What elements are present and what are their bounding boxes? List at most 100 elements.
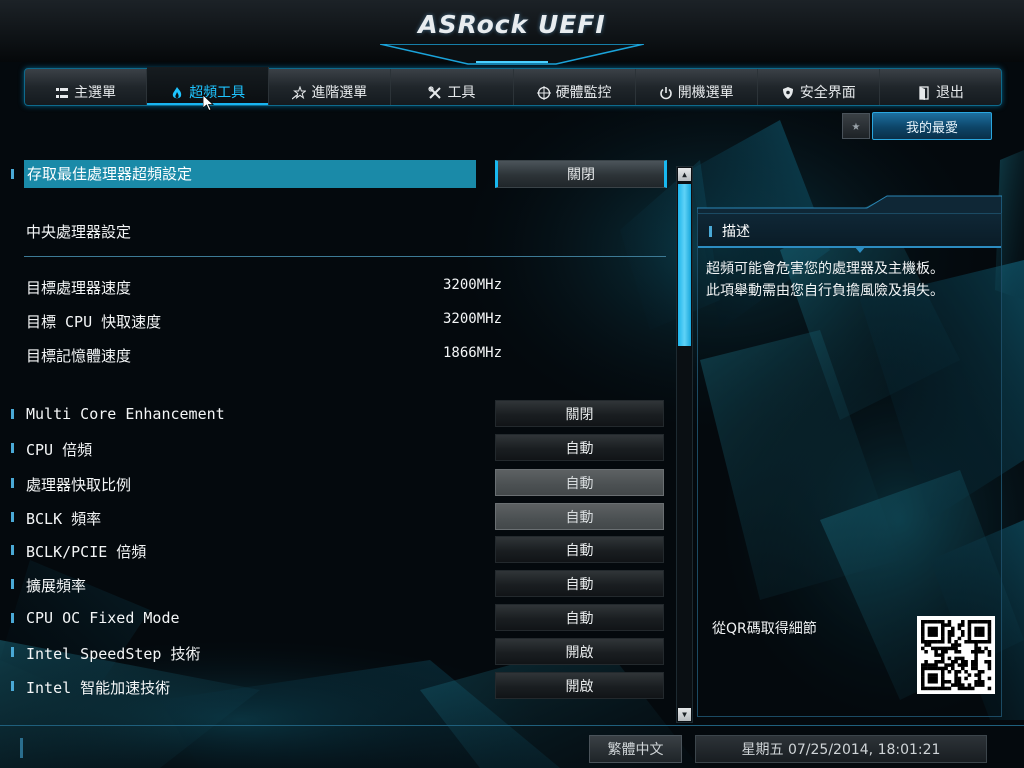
setting-value-button[interactable]: 關閉 <box>495 160 667 188</box>
info-label: 目標處理器速度 <box>26 279 132 297</box>
tab-hw-monitor-label: 硬體監控 <box>555 85 612 101</box>
setting-label: 處理器快取比例 <box>26 476 132 494</box>
info-value: 1866MHz <box>443 345 503 361</box>
info-label: 目標 CPU 快取速度 <box>26 313 162 331</box>
setting-row-cpu-ratio[interactable]: CPU 倍頻 自動 <box>0 434 670 462</box>
tab-advanced-label: 進階選單 <box>311 85 368 101</box>
row-marker <box>11 409 14 419</box>
my-favorite-label: 我的最愛 <box>905 120 958 136</box>
description-text: 超頻可能會危害您的處理器及主機板。 此項舉動需由您自行負擔風險及損失。 <box>706 258 996 302</box>
datetime-text: 星期五 07/25/2014, 18:01:21 <box>741 742 941 758</box>
setting-label: BCLK/PCIE 倍頻 <box>26 543 147 561</box>
info-row-target-memory-speed: 目標記憶體速度 1866MHz <box>0 340 670 368</box>
setting-label: Multi Core Enhancement <box>26 405 225 423</box>
setting-value-button[interactable]: 自動 <box>495 434 664 461</box>
setting-value: 開啟 <box>565 644 594 661</box>
setting-value-button[interactable]: 自動 <box>495 536 664 563</box>
setting-value-button[interactable]: 自動 <box>495 604 664 631</box>
setting-value: 關閉 <box>565 406 594 423</box>
qr-code-icon <box>921 620 992 691</box>
language-button[interactable]: 繁體中文 <box>589 735 682 763</box>
info-value: 3200MHz <box>443 277 503 293</box>
setting-label: Intel 智能加速技術 <box>26 679 171 697</box>
asrock-uefi-logo: ASRock UEFI <box>418 10 606 39</box>
setting-row-bclk-frequency[interactable]: BCLK 頻率 自動 <box>0 503 670 531</box>
datetime-display: 星期五 07/25/2014, 18:01:21 <box>695 735 987 763</box>
section-header: 中央處理器設定 <box>26 223 132 241</box>
tab-tool-label: 工具 <box>447 85 476 101</box>
row-marker <box>11 681 14 691</box>
tab-security[interactable]: 安全界面 <box>758 69 880 105</box>
settings-scrollbar[interactable]: ▲ ▼ <box>676 166 693 723</box>
caret-down-icon <box>854 246 866 253</box>
tab-security-label: 安全界面 <box>799 85 856 101</box>
tab-boot-label: 開機選單 <box>677 85 734 101</box>
my-favorite-button[interactable]: 我的最愛 <box>872 112 992 140</box>
setting-value: 開啟 <box>565 678 594 695</box>
tab-main[interactable]: 主選單 <box>25 69 148 105</box>
description-line: 超頻可能會危害您的處理器及主機板。 <box>706 261 944 277</box>
star-icon: ★ <box>851 118 861 134</box>
row-marker <box>11 647 14 657</box>
info-label: 目標記憶體速度 <box>26 347 132 365</box>
scrollbar-thumb[interactable] <box>678 184 691 346</box>
description-panel: 描述 超頻可能會危害您的處理器及主機板。 此項舉動需由您自行負擔風險及損失。 從… <box>697 213 1002 717</box>
tab-hw-monitor[interactable]: 硬體監控 <box>514 69 636 105</box>
setting-row-speedstep[interactable]: Intel SpeedStep 技術 開啟 <box>0 638 670 666</box>
setting-value-button[interactable]: 開啟 <box>495 672 664 699</box>
setting-label: 存取最佳處理器超頻設定 <box>24 160 476 188</box>
setting-value-button[interactable]: 自動 <box>495 503 664 530</box>
row-marker <box>11 478 14 488</box>
setting-row-multi-core-enhancement[interactable]: Multi Core Enhancement 關閉 <box>0 400 670 428</box>
row-marker <box>11 579 14 589</box>
tab-exit[interactable]: 退出 <box>880 69 1001 105</box>
section-header-row: 中央處理器設定 <box>0 216 670 244</box>
setting-value-button[interactable]: 關閉 <box>495 400 664 427</box>
section-divider <box>24 256 666 257</box>
row-marker <box>709 226 712 237</box>
info-row-target-cache-speed: 目標 CPU 快取速度 3200MHz <box>0 306 670 334</box>
description-title: 描述 <box>722 224 750 240</box>
setting-row-cpu-cache-ratio[interactable]: 處理器快取比例 自動 <box>0 469 670 497</box>
main-tab-bar: 主選單 超頻工具 進階選單 工具 硬體監控 開機選單 安全界面 退出 <box>24 67 1002 106</box>
setting-value-button[interactable]: 自動 <box>495 570 664 597</box>
language-label: 繁體中文 <box>607 742 664 758</box>
setting-row-bclk-pcie-ratio[interactable]: BCLK/PCIE 倍頻 自動 <box>0 536 670 564</box>
setting-row-load-optimized-oc[interactable]: 存取最佳處理器超頻設定 關閉 <box>0 160 670 188</box>
setting-value-button[interactable]: 自動 <box>495 469 664 496</box>
tools-icon <box>428 86 442 99</box>
row-marker <box>11 443 14 453</box>
setting-row-cpu-oc-fixed-mode[interactable]: CPU OC Fixed Mode 自動 <box>0 604 670 632</box>
info-value: 3200MHz <box>443 311 503 327</box>
setting-value: 自動 <box>565 475 594 492</box>
setting-label: CPU 倍頻 <box>26 441 93 459</box>
tab-tool[interactable]: 工具 <box>391 69 514 105</box>
setting-value-button[interactable]: 開啟 <box>495 638 664 665</box>
setting-row-spread-spectrum[interactable]: 擴展頻率 自動 <box>0 570 670 598</box>
tab-exit-label: 退出 <box>935 85 964 101</box>
star-arrow-icon <box>292 86 307 100</box>
row-marker <box>11 169 14 179</box>
setting-label: Intel SpeedStep 技術 <box>26 645 201 663</box>
qr-code-image <box>917 616 995 694</box>
tab-main-label: 主選單 <box>74 85 117 101</box>
setting-value: 自動 <box>565 610 594 627</box>
scroll-up-arrow-icon[interactable]: ▲ <box>678 168 691 181</box>
setting-label: BCLK 頻率 <box>26 510 102 528</box>
tab-boot[interactable]: 開機選單 <box>636 69 758 105</box>
crosshair-icon <box>536 86 551 100</box>
header-notch <box>380 44 644 65</box>
setting-value: 自動 <box>565 576 594 593</box>
setting-label: CPU OC Fixed Mode <box>26 609 180 627</box>
tab-advanced[interactable]: 進階選單 <box>269 69 392 105</box>
setting-label: 擴展頻率 <box>26 577 87 595</box>
description-header: 描述 <box>698 214 1001 253</box>
shield-icon <box>782 87 793 99</box>
setting-value: 自動 <box>565 509 594 526</box>
favorite-star-button[interactable]: ★ <box>842 113 870 139</box>
scroll-down-arrow-icon[interactable]: ▼ <box>678 708 691 721</box>
setting-row-turbo-boost[interactable]: Intel 智能加速技術 開啟 <box>0 672 670 700</box>
row-marker <box>11 545 14 555</box>
setting-value: 自動 <box>565 440 594 457</box>
exit-door-icon <box>919 86 929 100</box>
